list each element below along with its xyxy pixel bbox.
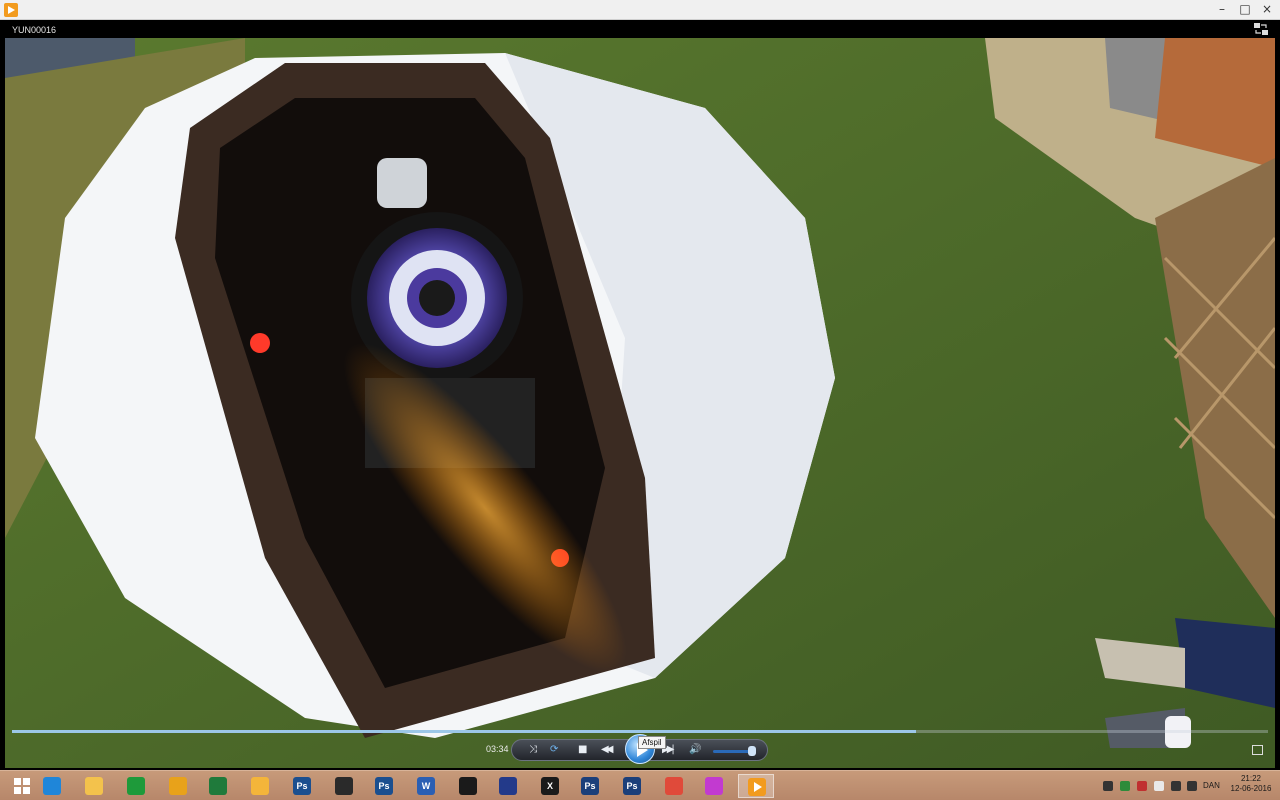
- taskbar-item-label: Ps: [378, 781, 390, 791]
- taskbar-item-picasa[interactable]: [696, 774, 732, 798]
- volume-icon[interactable]: 🔊: [689, 744, 701, 756]
- taskbar-item-photoshop-1[interactable]: Ps: [284, 774, 320, 798]
- taskbar-item-gem-app[interactable]: [450, 774, 486, 798]
- x-icon: X: [541, 777, 559, 795]
- taskbar-item-photoshop-2[interactable]: Ps: [366, 774, 402, 798]
- tray-volume-icon[interactable]: [1187, 781, 1197, 791]
- stop-button[interactable]: ■: [578, 744, 587, 756]
- photoshop-icon: Ps: [581, 777, 599, 795]
- seek-bar[interactable]: [12, 730, 1268, 733]
- taskbar-item-excel[interactable]: [200, 774, 236, 798]
- tray-network-icon[interactable]: [1171, 781, 1181, 791]
- tray-flag-icon[interactable]: [1137, 781, 1147, 791]
- taskbar-item-photoshop-3[interactable]: Ps: [572, 774, 608, 798]
- seek-progress: [12, 730, 917, 733]
- play-tooltip: Afspil: [638, 736, 666, 749]
- taskbar-item-label: Ps: [626, 781, 638, 791]
- video-title: YUN00016: [12, 25, 57, 35]
- ninja-icon: [335, 777, 353, 795]
- taskbar-clock[interactable]: 21:22 12-06-2016: [1226, 774, 1276, 794]
- word-icon: W: [417, 777, 435, 795]
- windows-logo-icon: [13, 777, 31, 795]
- chrome-icon: [665, 777, 683, 795]
- taskbar-item-photoshop-4[interactable]: Ps: [614, 774, 650, 798]
- taskbar-item-x-app[interactable]: X: [532, 774, 568, 798]
- taskbar-item-media-player[interactable]: [738, 774, 774, 798]
- close-button[interactable]: ×: [1254, 0, 1280, 20]
- input-language[interactable]: DAN: [1203, 781, 1220, 790]
- clock-time: 21:22: [1240, 774, 1262, 783]
- headphones-icon: [169, 777, 187, 795]
- elapsed-time: 03:34: [486, 744, 509, 754]
- photoshop-icon: Ps: [623, 777, 641, 795]
- taskbar-item-label: W: [421, 781, 431, 791]
- tray-expand-icon[interactable]: [1103, 781, 1113, 791]
- taskbar-item-label: Ps: [584, 781, 596, 791]
- repeat-icon[interactable]: ⟳: [550, 744, 558, 756]
- tray-shield-icon[interactable]: [1120, 781, 1130, 791]
- title-bar: – □ ×: [0, 0, 1280, 20]
- tray-windows-icon[interactable]: [1154, 781, 1164, 791]
- taskbar: Ps Ps W X Ps Ps: [0, 770, 1280, 800]
- taskbar-item-label: X: [546, 781, 553, 791]
- media-player-app-icon[interactable]: [4, 3, 18, 17]
- video-frame: [5, 38, 1275, 768]
- taskbar-item-word[interactable]: W: [408, 774, 444, 798]
- fullscreen-icon[interactable]: [1252, 745, 1263, 755]
- excel-icon: [209, 777, 227, 795]
- volume-slider-handle[interactable]: [747, 746, 756, 756]
- picasa-icon: [705, 777, 723, 795]
- taskbar-item-label: Ps: [296, 781, 308, 791]
- taskbar-item-mail[interactable]: [242, 774, 278, 798]
- ie-icon: [43, 777, 61, 795]
- mail-icon: [251, 777, 269, 795]
- folder-icon: [85, 777, 103, 795]
- photoshop-icon: Ps: [293, 777, 311, 795]
- media-player-window: – □ × YUN00016 03:34 ⤨ ⟳ ■ ◀◀ ▶▶| 🔊 Afsp…: [0, 0, 1280, 800]
- taskbar-item-chrome[interactable]: [656, 774, 692, 798]
- taskbar-item-headphones-app[interactable]: [160, 774, 196, 798]
- photoshop-icon: Ps: [375, 777, 393, 795]
- gem-icon: [459, 777, 477, 795]
- media-player-icon: [748, 778, 766, 796]
- taskbar-item-ninja-app[interactable]: [326, 774, 362, 798]
- orb-icon: [499, 777, 517, 795]
- previous-button[interactable]: ◀◀: [601, 744, 614, 756]
- video-area[interactable]: YUN00016 03:34 ⤨ ⟳ ■ ◀◀ ▶▶| 🔊 Afspil: [0, 20, 1280, 770]
- switch-to-library-icon[interactable]: [1254, 23, 1268, 35]
- taskbar-item-file-explorer[interactable]: [76, 774, 112, 798]
- shuffle-icon[interactable]: ⤨: [529, 744, 537, 756]
- store-icon: [127, 777, 145, 795]
- taskbar-item-store[interactable]: [118, 774, 154, 798]
- taskbar-item-internet-explorer[interactable]: [34, 774, 70, 798]
- taskbar-item-orb-app[interactable]: [490, 774, 526, 798]
- clock-date: 12-06-2016: [1230, 784, 1272, 793]
